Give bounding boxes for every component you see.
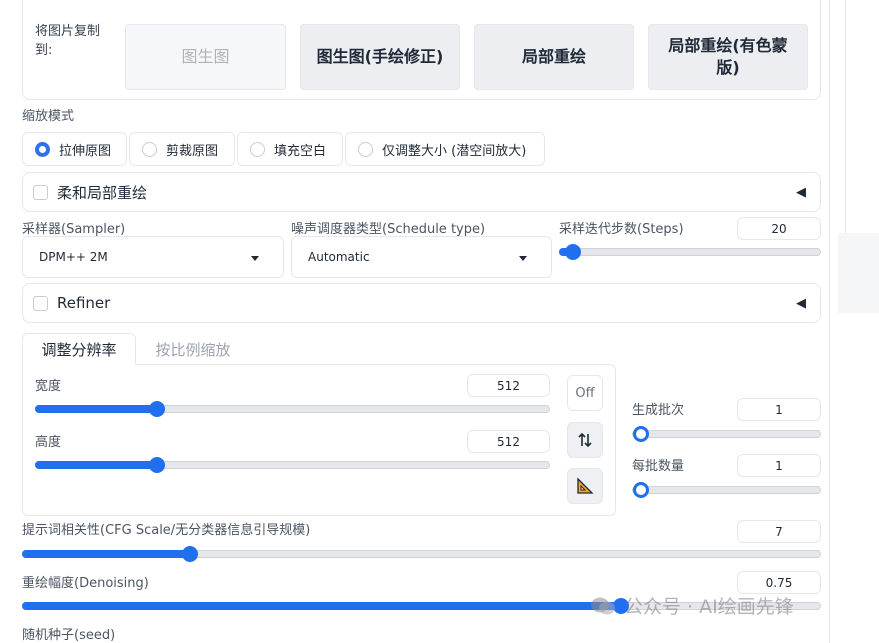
denoising-input[interactable]: 0.75 xyxy=(737,571,821,594)
copy-to-inpaint-sketch-button[interactable]: 局部重绘(有色蒙版) xyxy=(648,24,808,90)
cfg-scale-slider[interactable] xyxy=(22,546,821,562)
resize-mode-label: 缩放模式 xyxy=(22,109,75,124)
radio-dot xyxy=(358,141,373,157)
swap-icon xyxy=(578,432,592,448)
collapse-triangle-icon[interactable]: ◀ xyxy=(796,185,806,200)
slider-thumb[interactable] xyxy=(182,546,199,562)
radio-resize-crop[interactable]: 剪裁原图 xyxy=(129,132,235,166)
radio-label: 拉伸原图 xyxy=(59,143,112,159)
radio-resize-stretch[interactable]: 拉伸原图 xyxy=(22,132,127,166)
right-panel xyxy=(845,0,879,233)
slider-thumb[interactable] xyxy=(633,482,649,498)
batch-size-input[interactable]: 1 xyxy=(737,454,821,477)
chevron-down-icon xyxy=(519,256,527,261)
slider-thumb[interactable] xyxy=(633,426,649,442)
cfg-scale-input[interactable]: 7 xyxy=(737,520,821,543)
copy-to-label: 将图片复制到: xyxy=(35,24,101,58)
radio-label: 剪裁原图 xyxy=(166,143,219,159)
steps-label: 采样迭代步数(Steps) xyxy=(559,222,684,237)
tab-resize-by[interactable]: 按比例缩放 xyxy=(140,333,246,365)
tab-resize-to[interactable]: 调整分辨率 xyxy=(22,333,136,365)
radio-label: 仅调整大小 (潜空间放大) xyxy=(382,143,527,159)
batch-count-input[interactable]: 1 xyxy=(737,398,821,421)
cfg-scale-label: 提示词相关性(CFG Scale/无分类器信息引导规模) xyxy=(22,523,311,538)
batch-size-label: 每批数量 xyxy=(632,459,685,474)
detect-size-button[interactable] xyxy=(567,468,603,504)
radio-label: 填充空白 xyxy=(274,143,327,159)
schedule-type-label: 噪声调度器类型(Schedule type) xyxy=(291,222,486,237)
height-slider[interactable] xyxy=(35,457,550,473)
radio-resize-fill[interactable]: 填充空白 xyxy=(237,132,343,166)
sampler-value: DPM++ 2M xyxy=(39,250,108,264)
sampler-label: 采样器(Sampler) xyxy=(22,222,126,237)
watermark: 公众号 · AI绘画先锋 xyxy=(590,592,794,619)
radio-dot xyxy=(250,141,265,157)
sampler-dropdown[interactable]: DPM++ 2M xyxy=(22,236,284,278)
copy-to-img2img-button: 图生图 xyxy=(125,24,286,90)
right-panel-lower xyxy=(838,233,879,313)
slider-fill xyxy=(35,461,156,469)
collapse-triangle-icon[interactable]: ◀ xyxy=(796,296,806,311)
refiner-label: Refiner xyxy=(57,294,111,312)
right-divider xyxy=(829,0,830,643)
radio-dot xyxy=(142,141,157,157)
width-label: 宽度 xyxy=(35,379,62,394)
refiner-accordion[interactable]: Refiner ◀ xyxy=(22,283,821,323)
batch-size-slider[interactable] xyxy=(632,482,821,498)
slider-thumb[interactable] xyxy=(148,401,165,417)
height-input[interactable]: 512 xyxy=(467,430,550,453)
soft-inpaint-accordion[interactable]: 柔和局部重绘 ◀ xyxy=(22,172,821,212)
radio-dot-selected xyxy=(35,141,50,157)
ruler-triangle-icon xyxy=(577,477,594,494)
copy-to-sketch-button[interactable]: 图生图(手绘修正) xyxy=(300,24,460,90)
width-slider[interactable] xyxy=(35,401,550,417)
wechat-logo-icon xyxy=(591,597,615,614)
schedule-type-value: Automatic xyxy=(308,250,370,264)
steps-input[interactable]: 20 xyxy=(737,217,821,240)
height-label: 高度 xyxy=(35,435,62,450)
off-label: Off xyxy=(575,385,595,401)
copy-to-inpaint-button[interactable]: 局部重绘 xyxy=(474,24,634,90)
swap-dimensions-button[interactable] xyxy=(567,422,603,458)
denoising-label: 重绘幅度(Denoising) xyxy=(22,576,149,591)
seed-label: 随机种子(seed) xyxy=(22,628,116,643)
soft-inpaint-checkbox[interactable] xyxy=(33,184,48,200)
width-input[interactable]: 512 xyxy=(467,374,550,397)
schedule-type-dropdown[interactable]: Automatic xyxy=(291,236,552,278)
soft-inpaint-label: 柔和局部重绘 xyxy=(57,183,148,202)
slider-thumb[interactable] xyxy=(148,457,165,473)
aspect-lock-off-button[interactable]: Off xyxy=(567,375,603,411)
radio-resize-latent[interactable]: 仅调整大小 (潜空间放大) xyxy=(345,132,545,166)
slider-fill xyxy=(22,602,620,610)
slider-thumb[interactable] xyxy=(565,244,581,260)
slider-fill xyxy=(22,550,190,558)
chevron-down-icon xyxy=(251,256,259,261)
slider-fill xyxy=(35,405,156,413)
batch-count-slider[interactable] xyxy=(632,426,821,442)
refiner-checkbox[interactable] xyxy=(33,295,48,311)
watermark-text: 公众号 · AI绘画先锋 xyxy=(624,596,794,618)
batch-count-label: 生成批次 xyxy=(632,403,685,418)
steps-slider[interactable] xyxy=(559,244,821,260)
